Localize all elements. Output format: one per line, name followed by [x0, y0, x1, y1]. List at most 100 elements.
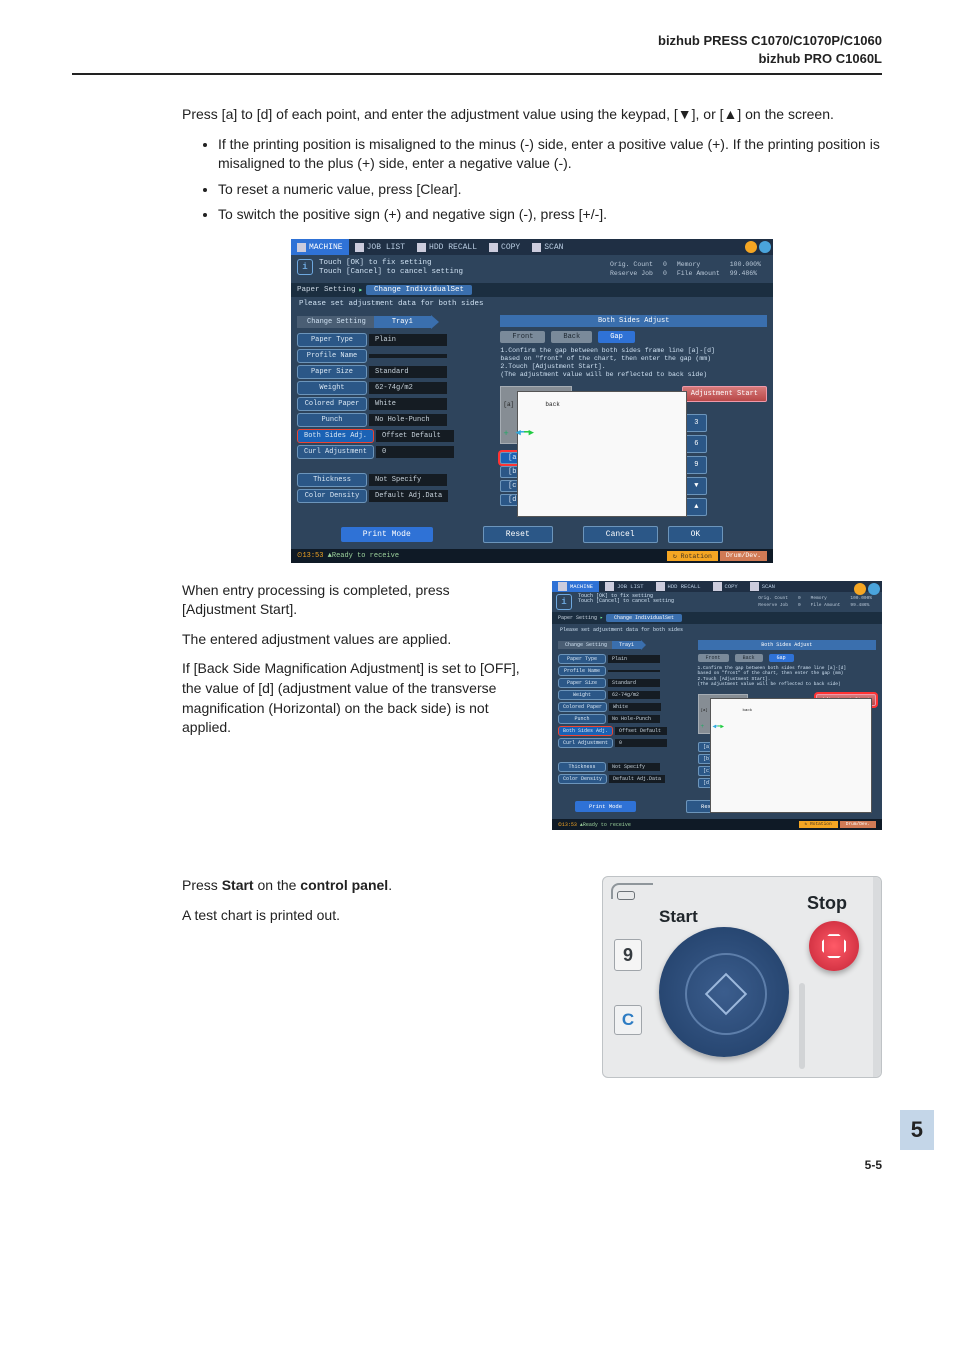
prop-3-val: 62-74g/m2 — [608, 691, 660, 699]
instruction-list: If the printing position is misaligned t… — [182, 135, 882, 225]
keypad-c: C — [614, 1005, 642, 1035]
stop-button[interactable] — [809, 921, 859, 971]
prop-2-btn[interactable]: Paper Size — [297, 365, 367, 379]
help-icon[interactable] — [759, 241, 771, 253]
hint-text: Touch [OK] to fix settingTouch [Cancel] … — [578, 594, 674, 606]
tab-machine[interactable]: MACHINE — [552, 581, 599, 592]
kp-6[interactable]: 6 — [685, 435, 707, 453]
scan-icon — [532, 243, 541, 252]
ok-button[interactable]: OK — [668, 526, 724, 543]
start-button[interactable]: Start — [659, 927, 789, 1057]
status-grid: Orig. Count0Memory100.000% Reserve Job0F… — [752, 594, 878, 610]
prop-7-val: 0 — [615, 739, 667, 747]
print-mode-button[interactable]: Print Mode — [575, 801, 636, 812]
prop2-1-btn[interactable]: Color Density — [558, 774, 607, 784]
hint-text: Touch [OK] to fix settingTouch [Cancel] … — [319, 259, 463, 276]
drum-badge: Drum/Dev. — [840, 821, 876, 828]
prop-3-val: 62-74g/m2 — [369, 382, 447, 394]
kp-3[interactable]: 3 — [685, 414, 707, 432]
cancel-button[interactable]: Cancel — [583, 526, 658, 543]
copy-icon — [489, 243, 498, 252]
tab-scan[interactable]: SCAN — [744, 581, 781, 592]
chart-illustration: [a] back + ◀━━▶ — [698, 694, 748, 734]
prop-6-btn[interactable]: Both Sides Adj. — [297, 429, 374, 443]
kp-9[interactable]: 9 — [685, 456, 707, 474]
adjustment-start-button[interactable]: Adjustment Start — [682, 386, 767, 402]
prop2-0-val: Not Specify — [608, 763, 660, 771]
prop-4-val: White — [609, 703, 661, 711]
tray-label: Tray1 — [374, 316, 431, 328]
prop-1-btn[interactable]: Profile Name — [297, 349, 367, 363]
prop-1-val — [608, 670, 660, 672]
screen-small: MACHINE JOB LIST HDD RECALL COPY SCAN i … — [552, 581, 882, 831]
prop-0-btn[interactable]: Paper Type — [558, 654, 606, 664]
prop-2-btn[interactable]: Paper Size — [558, 678, 606, 688]
status-time: ⏲13:53 — [558, 822, 577, 828]
kp-up[interactable]: ▲ — [685, 498, 707, 516]
prop-4-btn[interactable]: Colored Paper — [297, 397, 367, 411]
header-line1: bizhub PRESS C1070/C1070P/C1060 — [72, 32, 882, 50]
kp-down[interactable]: ▼ — [685, 477, 707, 495]
prop-5-btn[interactable]: Punch — [558, 714, 606, 724]
hdd-icon — [656, 582, 665, 591]
prop2-0-btn[interactable]: Thickness — [558, 762, 606, 772]
breadcrumb: Paper Setting▸Change IndividualSet — [291, 283, 773, 297]
tab-back[interactable]: Back — [551, 331, 592, 343]
info-icon: i — [556, 594, 572, 610]
intro-paragraph: Press [a] to [d] of each point, and ente… — [182, 105, 882, 125]
control-panel-illustration: 9 C Start Stop — [602, 876, 882, 1078]
tab-front[interactable]: Front — [500, 331, 545, 343]
prop2-1-val: Default Adj.Data — [609, 775, 665, 783]
prop-3-btn[interactable]: Weight — [297, 381, 367, 395]
prop2-1-val: Default Adj.Data — [369, 490, 448, 502]
instruction-text: Please set adjustment data for both side… — [291, 297, 773, 311]
change-setting-label: Change Setting — [558, 641, 614, 649]
prop-4-btn[interactable]: Colored Paper — [558, 702, 607, 712]
confirmation-text: 1.Confirm the gap between both sides fra… — [698, 666, 876, 689]
prop-6-val: Offset Default — [615, 727, 667, 735]
joblist-icon — [605, 582, 614, 591]
tab-gap[interactable]: Gap — [598, 331, 635, 343]
tab-copy[interactable]: COPY — [707, 581, 744, 592]
prop-1-btn[interactable]: Profile Name — [558, 666, 606, 676]
prop-3-btn[interactable]: Weight — [558, 690, 606, 700]
prop-0-val: Plain — [608, 655, 660, 663]
status-ready: ▲Ready to receive — [580, 822, 631, 828]
power-icon[interactable] — [745, 241, 757, 253]
section-tab: 5 — [900, 1110, 934, 1150]
joblist-icon — [355, 243, 364, 252]
reset-button[interactable]: Reset — [483, 526, 553, 543]
magnification-off-paragraph: If [Back Side Magnification Adjustment] … — [182, 659, 524, 737]
tab-front[interactable]: Front — [698, 654, 729, 662]
instruction-text: Please set adjustment data for both side… — [552, 624, 882, 636]
header-rule — [72, 73, 882, 75]
step-complete-paragraph: When entry processing is completed, pres… — [182, 581, 524, 620]
prop2-0-btn[interactable]: Thickness — [297, 473, 367, 487]
tab-machine[interactable]: MACHINE — [291, 239, 349, 255]
tab-copy[interactable]: COPY — [483, 239, 526, 255]
tab-joblist[interactable]: JOB LIST — [599, 581, 649, 592]
scan-icon — [750, 582, 759, 591]
drum-badge: Drum/Dev. — [720, 551, 767, 561]
tab-scan[interactable]: SCAN — [526, 239, 569, 255]
print-mode-button[interactable]: Print Mode — [341, 527, 433, 542]
prop-7-btn[interactable]: Curl Adjustment — [558, 738, 613, 748]
tray-label: Tray1 — [612, 641, 641, 649]
tab-hdd[interactable]: HDD RECALL — [650, 581, 707, 592]
prop-5-btn[interactable]: Punch — [297, 413, 367, 427]
prop-7-btn[interactable]: Curl Adjustment — [297, 445, 374, 459]
prop-0-btn[interactable]: Paper Type — [297, 333, 367, 347]
small-screenshot: MACHINE JOB LIST HDD RECALL COPY SCAN i … — [552, 581, 882, 831]
copy-icon — [713, 582, 722, 591]
bullet-3: To switch the positive sign (+) and nega… — [218, 205, 882, 225]
tab-joblist[interactable]: JOB LIST — [349, 239, 411, 255]
bullet-2: To reset a numeric value, press [Clear]. — [218, 180, 882, 200]
tab-gap[interactable]: Gap — [769, 654, 794, 662]
tab-hdd[interactable]: HDD RECALL — [411, 239, 483, 255]
tab-back[interactable]: Back — [735, 654, 763, 662]
prop2-1-btn[interactable]: Color Density — [297, 489, 367, 503]
machine-icon — [297, 243, 306, 252]
prop-6-btn[interactable]: Both Sides Adj. — [558, 726, 613, 736]
prop-4-val: White — [369, 398, 447, 410]
prop-5-val: No Hole-Punch — [608, 715, 660, 723]
